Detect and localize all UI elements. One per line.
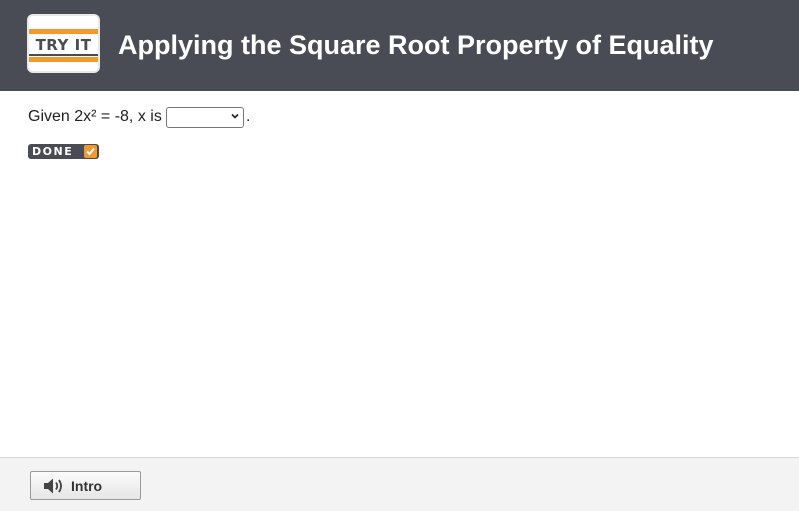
intro-button-label: Intro	[71, 478, 103, 494]
chevron-down-icon	[231, 113, 239, 119]
intro-button[interactable]: Intro	[30, 471, 141, 500]
answer-dropdown[interactable]	[166, 107, 244, 128]
try-it-logo: TRY IT	[27, 14, 100, 73]
logo-text: TRY IT	[35, 36, 92, 54]
speaker-icon	[44, 478, 62, 494]
logo-stripe-top	[29, 29, 98, 34]
page: TRY IT Applying the Square Root Property…	[0, 0, 799, 511]
question-prompt: Given 2x² = -8, x is	[28, 108, 162, 125]
question-period: .	[246, 108, 251, 125]
done-button-label: DONE	[32, 145, 74, 158]
logo-stripe-line	[29, 54, 98, 56]
logo-stripe-bottom	[29, 57, 98, 62]
header-banner: TRY IT Applying the Square Root Property…	[0, 0, 799, 91]
page-title: Applying the Square Root Property of Equ…	[118, 30, 714, 60]
done-button[interactable]: DONE	[28, 144, 99, 159]
footer-bar: Intro	[0, 457, 799, 511]
check-icon	[84, 145, 97, 158]
